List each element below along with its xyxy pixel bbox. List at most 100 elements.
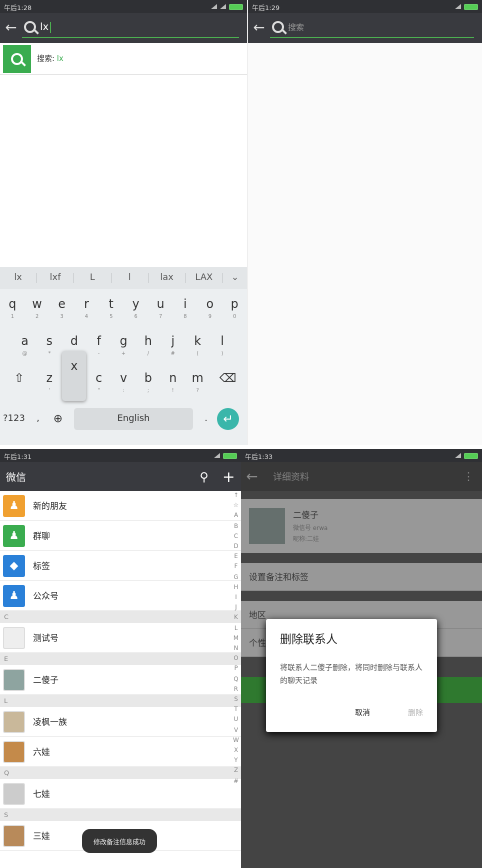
key-c[interactable]: c " [86, 363, 111, 400]
back-arrow-icon[interactable]: ← [248, 20, 270, 36]
suggestion-item[interactable]: lax [149, 273, 186, 283]
index-letter[interactable]: G [231, 573, 241, 583]
index-letter[interactable]: M [231, 634, 241, 644]
app-header: 微信 ⚲ + [0, 462, 241, 491]
key-e[interactable]: e3 [49, 289, 74, 326]
avatar [3, 626, 25, 649]
index-letter[interactable]: W [231, 736, 241, 746]
index-letter[interactable]: F [231, 562, 241, 572]
suggestion-item[interactable]: lxf [37, 273, 75, 283]
key-b[interactable]: b; [136, 363, 161, 400]
shift-icon[interactable]: ⇧ [1, 363, 37, 400]
section-header: Q [0, 767, 241, 779]
index-letter[interactable]: ↑ [231, 491, 241, 501]
key-l[interactable]: l) [210, 326, 235, 363]
symbols-key[interactable]: ?123 [0, 414, 28, 424]
contact-row[interactable]: 二傻子 [0, 665, 241, 695]
index-letter[interactable]: T [231, 705, 241, 715]
key-n[interactable]: n! [161, 363, 186, 400]
chevron-down-icon[interactable]: ⌄ [223, 273, 247, 283]
key-u[interactable]: u7 [148, 289, 173, 326]
key-hint: 2 [35, 314, 39, 320]
index-letter[interactable]: B [231, 522, 241, 532]
contact-row[interactable]: ♟ 群聊 [0, 521, 241, 551]
contact-row[interactable]: ♟ 公众号 [0, 581, 241, 611]
cancel-button[interactable]: 取消 [355, 707, 370, 718]
search-icon[interactable]: ⚲ [200, 470, 209, 484]
key-p[interactable]: p0 [222, 289, 247, 326]
contact-row[interactable]: 六娃 [0, 737, 241, 767]
more-menu-icon[interactable]: ⋮ [463, 470, 474, 483]
index-letter[interactable]: ☆ [231, 501, 241, 511]
index-letter[interactable]: Q [231, 675, 241, 685]
key-o[interactable]: o9 [198, 289, 223, 326]
index-letter[interactable]: # [231, 777, 241, 787]
index-letter[interactable]: H [231, 583, 241, 593]
contact-row[interactable]: 凌枫一族 [0, 707, 241, 737]
key-hint: @ [22, 351, 28, 357]
search-result-row[interactable]: 搜索: lx [0, 43, 247, 75]
key-s[interactable]: s * [37, 326, 62, 363]
index-letter[interactable]: V [231, 726, 241, 736]
key-m[interactable]: m? [185, 363, 210, 400]
index-letter[interactable]: J [231, 603, 241, 613]
index-letter[interactable]: I [231, 593, 241, 603]
key-j[interactable]: j # [161, 326, 186, 363]
index-letter[interactable]: L [231, 624, 241, 634]
comma-key[interactable]: , [28, 414, 48, 424]
globe-icon[interactable]: ⊕ [48, 412, 68, 425]
add-icon[interactable]: + [222, 468, 235, 486]
key-a[interactable]: a @ [12, 326, 37, 363]
period-key[interactable]: . [199, 414, 213, 424]
search-input[interactable]: 搜索 [270, 18, 474, 38]
index-letter[interactable]: S [231, 695, 241, 705]
index-letter[interactable]: O [231, 654, 241, 664]
contact-row[interactable]: ◆ 标签 [0, 551, 241, 581]
key-q[interactable]: q1 [0, 289, 25, 326]
back-arrow-icon[interactable]: ← [0, 20, 22, 36]
space-key[interactable]: English [74, 407, 193, 430]
suggestion-item[interactable]: L [74, 273, 112, 283]
delete-button[interactable]: 删除 [408, 707, 423, 718]
index-letter[interactable]: D [231, 542, 241, 552]
index-letter[interactable]: Y [231, 756, 241, 766]
key-x[interactable]: x [61, 350, 87, 401]
search-input[interactable]: lx [22, 18, 239, 38]
contact-row[interactable]: 七娃 [0, 779, 241, 809]
key-y[interactable]: y6 [124, 289, 149, 326]
key-w[interactable]: w2 [25, 289, 50, 326]
index-letter[interactable]: A [231, 511, 241, 521]
key-g[interactable]: g + [111, 326, 136, 363]
index-letter[interactable]: N [231, 644, 241, 654]
suggestion-item[interactable]: LAX [186, 273, 224, 283]
enter-key[interactable]: ↵ [217, 407, 239, 430]
remark-tags-row[interactable]: 设置备注和标签 [241, 563, 482, 591]
key-v[interactable]: v: [111, 363, 136, 400]
key-z[interactable]: z ' [37, 363, 62, 400]
contact-row[interactable]: 测试号 [0, 623, 241, 653]
index-letter[interactable]: P [231, 664, 241, 674]
index-letter[interactable]: C [231, 532, 241, 542]
index-letter[interactable]: K [231, 613, 241, 623]
key-r[interactable]: r4 [74, 289, 99, 326]
contact-row[interactable]: ♟ 新的朋友 [0, 491, 241, 521]
alphabet-index[interactable]: ↑ ☆ A B C D E F G H I J K L M N O P Q R S T U V W X Y Z # [231, 491, 241, 787]
index-letter[interactable]: Z [231, 766, 241, 776]
index-letter[interactable]: U [231, 715, 241, 725]
key-k[interactable]: k( [185, 326, 210, 363]
suggestion-item[interactable]: l [112, 273, 149, 283]
back-arrow-icon[interactable]: ← [241, 469, 263, 485]
dialog-message: 将联系人二傻子删除，将同时删除与联系人的聊天记录 [280, 663, 423, 685]
backspace-icon[interactable]: ⌫ [210, 363, 246, 400]
battery-icon [223, 452, 237, 459]
index-letter[interactable]: E [231, 552, 241, 562]
index-letter[interactable]: X [231, 746, 241, 756]
index-letter[interactable]: R [231, 685, 241, 695]
avatar [3, 782, 25, 805]
key-f[interactable]: f- [86, 326, 111, 363]
key-t[interactable]: t5 [99, 289, 124, 326]
suggestion-item[interactable]: lx [0, 273, 38, 283]
key-i[interactable]: i8 [173, 289, 198, 326]
key-h[interactable]: h / [136, 326, 161, 363]
profile-card: 二傻子 微信号 erwa 昵称:二娃 [241, 499, 482, 553]
